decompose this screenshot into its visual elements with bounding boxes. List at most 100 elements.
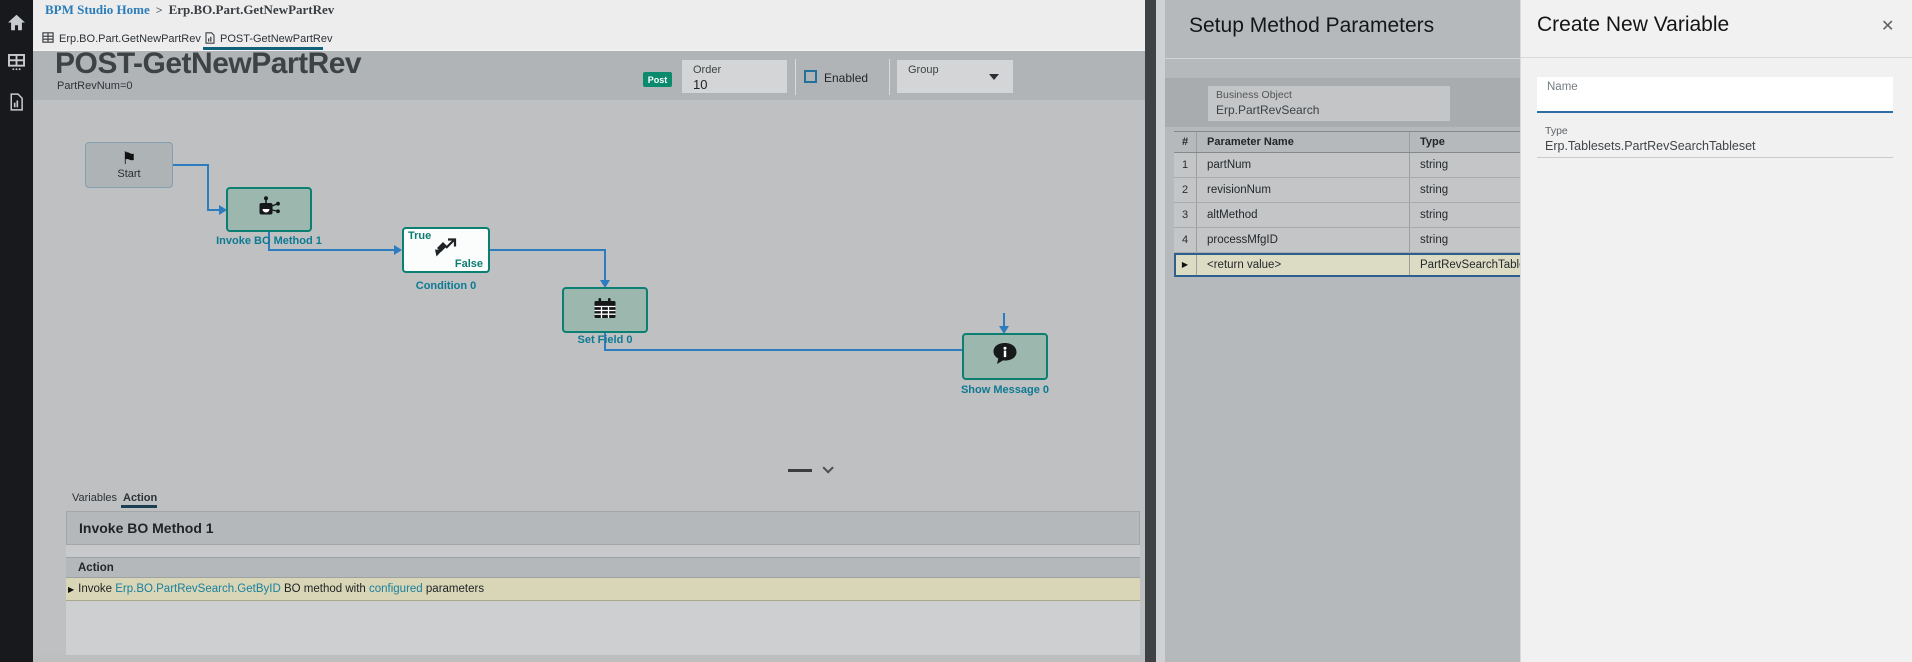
parameters-table: # Parameter Name Type 1 partNum string 2… [1174, 131, 1520, 277]
post-method-badge: Post [643, 72, 672, 87]
parameter-name: revisionNum [1197, 178, 1410, 202]
action-link-configured[interactable]: configured [369, 583, 423, 595]
row-num: 3 [1174, 203, 1197, 227]
parameter-name: <return value> [1197, 253, 1410, 276]
divider [1521, 57, 1912, 58]
parameter-type: PartRevSearchTableset [1410, 253, 1520, 276]
row-num: 1 [1174, 153, 1197, 177]
table-header-row: # Parameter Name Type [1174, 132, 1520, 153]
breadcrumb: BPM Studio Home > Erp.BO.Part.GetNewPart… [33, 0, 1145, 20]
active-tab-underline [121, 505, 157, 508]
flow-node-condition[interactable]: True False [402, 227, 490, 273]
flow-node-show-message[interactable] [962, 333, 1048, 380]
setup-method-parameters-panel: Setup Method Parameters Business Object … [1165, 0, 1520, 662]
business-object-value: Erp.PartRevSearch [1216, 103, 1320, 117]
action-row[interactable]: ▶ Invoke Erp.BO.PartRevSearch.GetByID BO… [66, 578, 1140, 601]
create-new-variable-panel: Create New Variable ✕ Type Erp.Tablesets… [1520, 0, 1912, 662]
enabled-label: Enabled [824, 71, 869, 85]
type-value: Erp.Tablesets.PartRevSearchTableset [1545, 139, 1756, 153]
business-object-field: Business Object Erp.PartRevSearch [1208, 86, 1450, 121]
parameter-type: string [1410, 203, 1520, 227]
parameter-name: partNum [1197, 153, 1410, 177]
workflow-canvas[interactable]: ⚑ Start Invoke BO Method 1 True False Co… [33, 100, 1145, 478]
order-label: Order [693, 64, 722, 76]
flow-node-invoke-bo-method[interactable] [226, 187, 312, 232]
page-subtitle: PartRevNum=0 [57, 80, 133, 92]
row-num: 2 [1174, 178, 1197, 202]
table-row[interactable]: 3 altMethod string [1174, 203, 1520, 228]
home-icon[interactable] [0, 8, 33, 36]
action-text-suffix: parameters [422, 583, 485, 595]
flow-node-set-field[interactable] [562, 287, 648, 333]
action-link-bo-method[interactable]: Erp.BO.PartRevSearch.GetByID [115, 583, 281, 595]
tab-label: POST-GetNewPartRev [220, 33, 333, 45]
tab-label: Erp.BO.Part.GetNewPartRev [59, 33, 201, 45]
order-field[interactable]: Order 10 [682, 60, 787, 93]
action-section-header: Action [66, 557, 1140, 578]
splitter-dash-icon [788, 468, 812, 472]
chevron-down-icon [989, 74, 999, 80]
grid-menu-icon[interactable] [0, 48, 33, 76]
enabled-checkbox[interactable] [804, 70, 817, 83]
condition-false-label: False [454, 258, 483, 270]
row-num: 4 [1174, 228, 1197, 252]
node-label: Show Message 0 [960, 384, 1050, 396]
toolbar-separator [889, 59, 890, 95]
business-object-band: Business Object Erp.PartRevSearch [1165, 78, 1520, 127]
panel-title: Setup Method Parameters [1189, 14, 1435, 37]
parameter-type: string [1410, 178, 1520, 202]
group-label: Group [908, 64, 939, 76]
calendar-icon [593, 297, 617, 324]
variable-name-input[interactable] [1537, 77, 1893, 113]
table-row[interactable]: 1 partNum string [1174, 153, 1520, 178]
vertical-scrollbar[interactable] [1145, 0, 1156, 662]
panel-gutter [1156, 0, 1165, 662]
breadcrumb-separator: > [155, 2, 163, 17]
parameter-name: altMethod [1197, 203, 1410, 227]
tab-variables[interactable]: Variables [72, 492, 117, 504]
condition-true-label: True [408, 230, 432, 242]
panel-gap [66, 545, 1140, 557]
close-icon[interactable]: ✕ [1881, 19, 1894, 35]
business-object-label: Business Object [1216, 89, 1292, 101]
column-header-type: Type [1410, 132, 1520, 152]
row-marker-icon: ▶ [68, 584, 75, 594]
node-label: Set Field 0 [577, 334, 633, 346]
table-row[interactable]: 2 revisionNum string [1174, 178, 1520, 203]
document-tabbar: Erp.BO.Part.GetNewPartRev POST-GetNewPar… [33, 20, 1145, 50]
group-dropdown[interactable]: Group [897, 60, 1013, 93]
panel-empty-area [66, 601, 1140, 655]
breadcrumb-home-link[interactable]: BPM Studio Home [45, 2, 150, 18]
action-panel-title: Invoke BO Method 1 [66, 511, 1140, 545]
action-text-prefix: Invoke [78, 583, 116, 595]
toolbar-separator [795, 59, 796, 95]
document-icon [205, 31, 215, 47]
active-tab-underline [203, 47, 323, 50]
flag-icon: ⚑ [121, 149, 137, 168]
column-header-num: # [1174, 132, 1197, 152]
breadcrumb-current: Erp.BO.Part.GetNewPartRev [168, 2, 335, 17]
bottom-strip [33, 655, 1145, 662]
type-label: Type [1545, 125, 1568, 137]
panel-title: Create New Variable [1537, 13, 1730, 36]
flow-node-start[interactable]: ⚑ Start [85, 142, 173, 188]
table-row-return-value-selected[interactable]: ▶ <return value> PartRevSearchTableset [1174, 253, 1520, 277]
page-title: POST-GetNewPartRev [55, 47, 362, 80]
tab-erp-bo-part-getnewpartrev[interactable]: Erp.BO.Part.GetNewPartRev [42, 28, 201, 50]
action-text-middle: BO method with [280, 583, 369, 595]
robot-icon [256, 195, 282, 224]
chevron-down-icon [822, 462, 834, 474]
table-row[interactable]: 4 processMfgID string [1174, 228, 1520, 253]
workflow-header: POST-GetNewPartRev PartRevNum=0 Post Ord… [33, 47, 1145, 100]
column-header-parameter-name: Parameter Name [1197, 132, 1410, 152]
parameter-name: processMfgID [1197, 228, 1410, 252]
parameter-type: string [1410, 228, 1520, 252]
document-report-icon[interactable] [0, 88, 33, 116]
divider [1165, 58, 1520, 59]
panel-splitter-handle[interactable] [788, 462, 843, 477]
message-bubble-icon [992, 342, 1018, 371]
variable-type-field: Type Erp.Tablesets.PartRevSearchTableset [1537, 119, 1893, 158]
app-sidebar [0, 0, 33, 662]
node-label: Condition 0 [415, 280, 477, 292]
tab-action[interactable]: Action [123, 492, 157, 504]
